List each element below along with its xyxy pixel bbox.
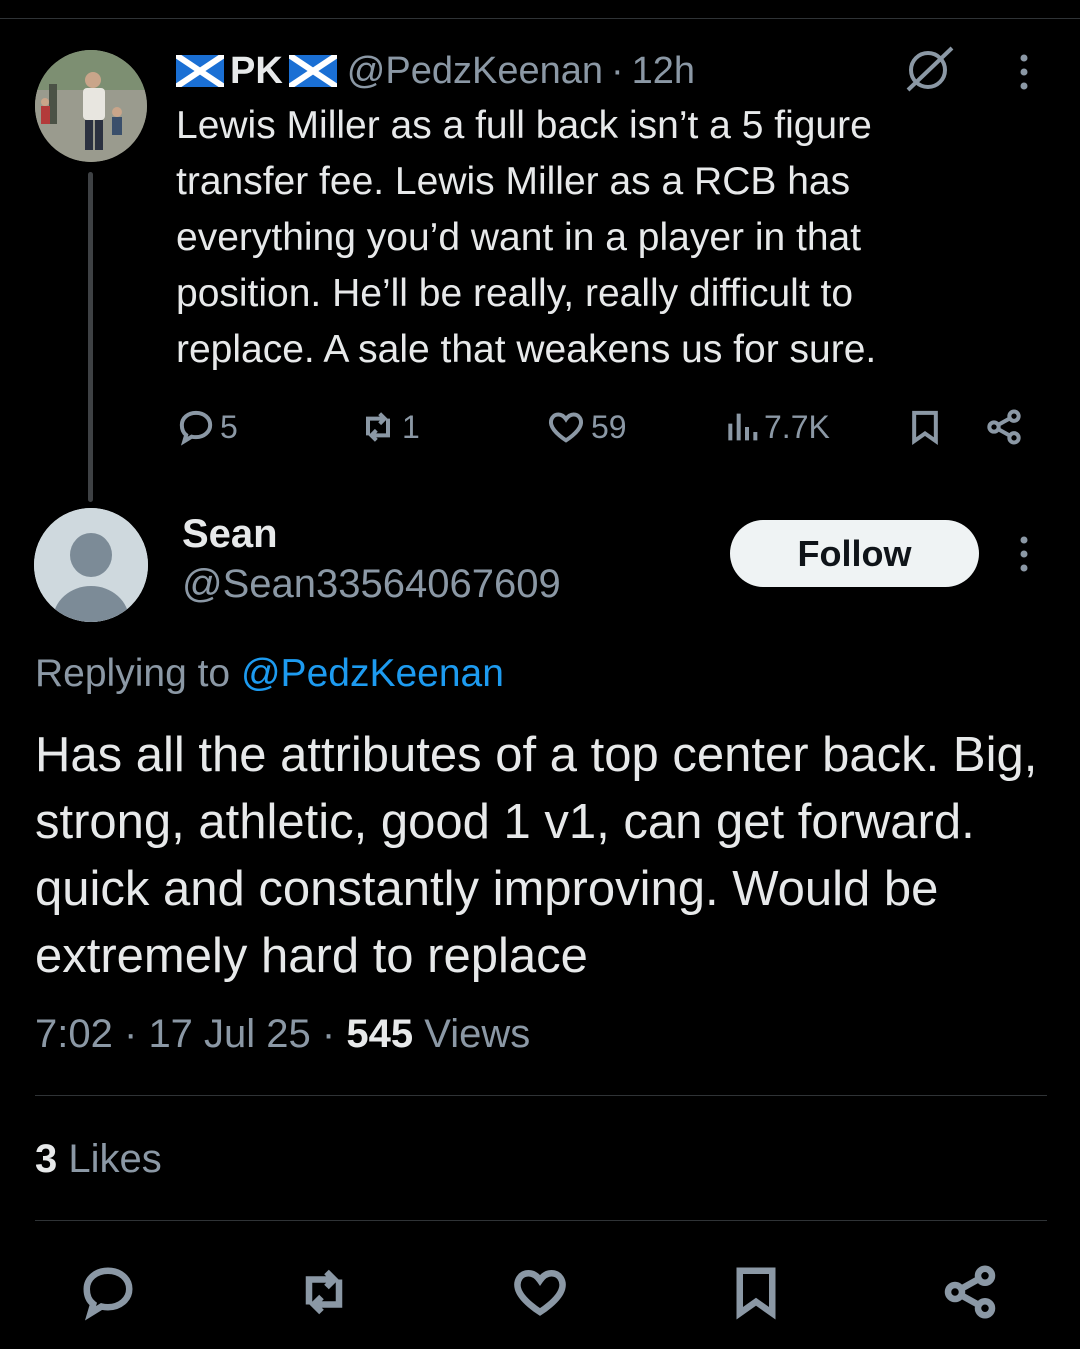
reply-date[interactable]: 17 Jul 25	[148, 1012, 310, 1056]
repost-icon[interactable]	[292, 1262, 356, 1322]
divider	[35, 1220, 1047, 1221]
reply-tweet-text: Has all the attributes of a top center b…	[35, 728, 1038, 983]
repost-count: 1	[402, 408, 420, 445]
like-count: 59	[591, 408, 627, 445]
separator: ·	[611, 49, 624, 92]
views-count: 7.7K	[764, 408, 830, 445]
reply-action[interactable]: 5	[176, 400, 238, 454]
pk-header: PK @PedzKeenan · 12h	[176, 48, 695, 94]
sean-handle[interactable]: @Sean33564067609	[182, 562, 561, 607]
more-vertical-icon[interactable]	[1010, 52, 1038, 92]
heart-icon[interactable]	[510, 1262, 570, 1322]
views-chart-icon	[728, 413, 758, 441]
bookmark-icon	[912, 410, 938, 446]
replying-prefix: Replying to	[35, 652, 231, 695]
bookmark-action[interactable]	[905, 400, 945, 454]
reply-views-count: 545	[346, 1012, 414, 1056]
sean-avatar[interactable]	[34, 508, 148, 622]
replying-mention-link[interactable]: @PedzKeenan	[241, 652, 504, 695]
share-icon	[987, 409, 1021, 445]
pk-display-name[interactable]: PK	[230, 50, 283, 93]
thread-line	[88, 172, 93, 502]
separator: ·	[123, 1012, 138, 1056]
share-action[interactable]	[984, 400, 1024, 454]
follow-button[interactable]: Follow	[730, 520, 979, 587]
more-vertical-icon[interactable]	[1010, 534, 1038, 574]
top-divider	[0, 18, 1080, 19]
pk-avatar[interactable]	[35, 50, 147, 162]
likes-count: 3	[35, 1137, 58, 1181]
reply-count: 5	[220, 408, 238, 445]
divider	[35, 1095, 1047, 1096]
repost-icon	[366, 412, 390, 442]
views-action[interactable]: 7.7K	[722, 400, 830, 454]
scotland-flag-icon	[176, 55, 224, 87]
separator: ·	[321, 1012, 336, 1056]
repost-action[interactable]: 1	[356, 400, 420, 454]
reply-views-label: Views	[424, 1012, 531, 1056]
reply-icon	[179, 410, 213, 446]
pk-handle[interactable]: @PedzKeenan	[347, 50, 603, 93]
pk-tweet-text: Lewis Miller as a full back isn’t a 5 fi…	[176, 104, 877, 371]
scotland-flag-icon	[288, 55, 337, 87]
pk-timestamp[interactable]: 12h	[632, 50, 695, 93]
heart-icon	[548, 412, 584, 443]
reply-icon[interactable]	[78, 1262, 138, 1322]
share-icon[interactable]	[940, 1262, 1000, 1322]
grok-icon[interactable]	[902, 44, 956, 94]
bookmark-icon[interactable]	[726, 1262, 786, 1322]
reply-time[interactable]: 7:02	[35, 1012, 113, 1056]
likes-summary[interactable]: 3 Likes	[35, 1137, 162, 1182]
like-action[interactable]: 59	[545, 400, 627, 454]
sean-display-name[interactable]: Sean	[182, 512, 278, 557]
replying-to: Replying to @PedzKeenan	[35, 652, 504, 696]
reply-metadata: 7:02 · 17 Jul 25 · 545 Views	[35, 1012, 530, 1057]
likes-label: Likes	[68, 1137, 162, 1181]
